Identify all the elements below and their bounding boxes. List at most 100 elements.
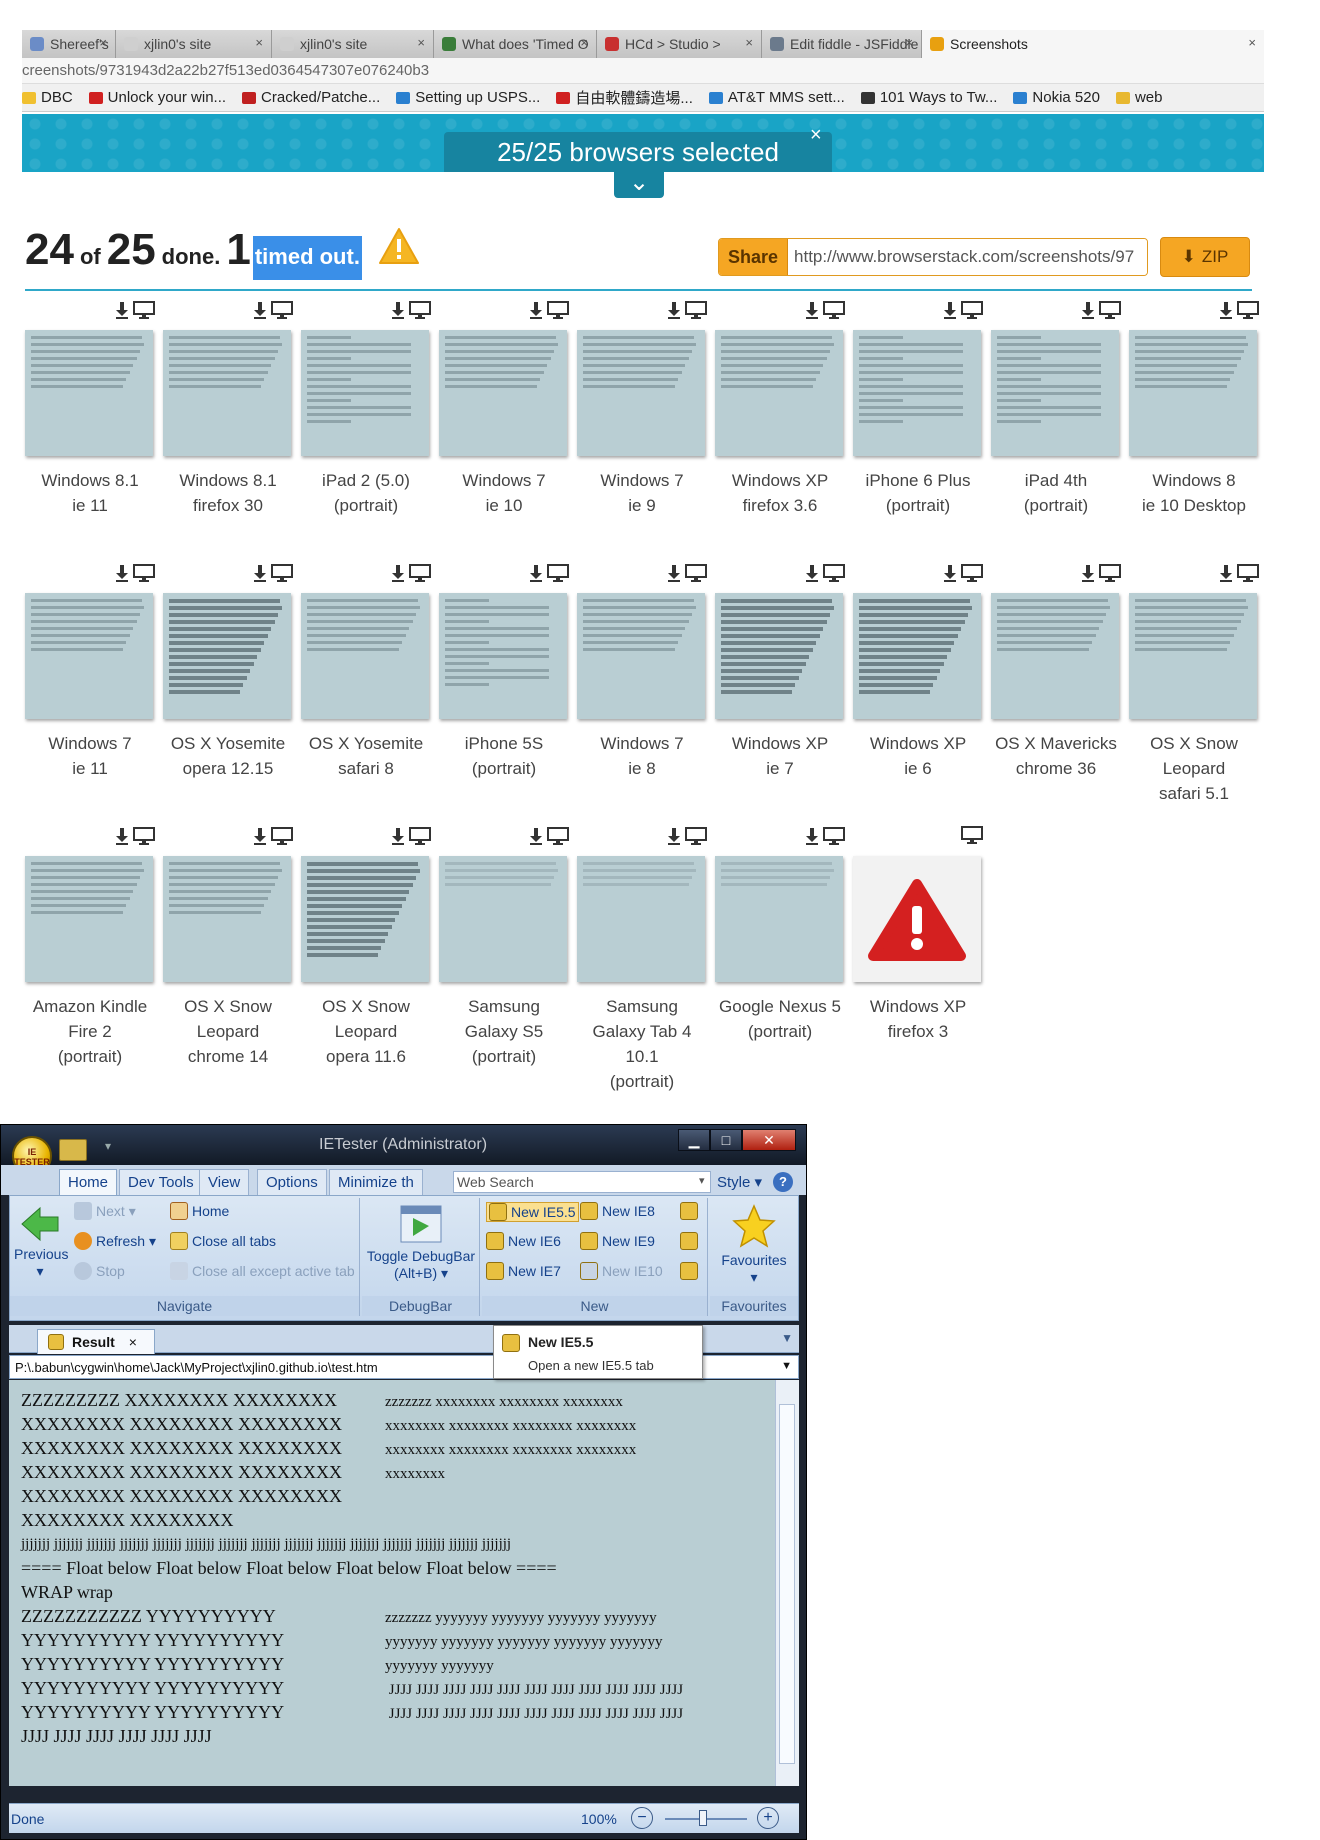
view-fullsize-monitor-icon[interactable]	[961, 564, 983, 582]
maximize-button[interactable]: □	[710, 1129, 742, 1151]
zoom-level[interactable]: 100%	[581, 1811, 617, 1827]
screenshot-thumbnail[interactable]	[25, 593, 153, 719]
screenshot-thumbnail[interactable]	[577, 856, 705, 982]
new-ie-tab-button[interactable]: New IE6	[486, 1232, 561, 1250]
quick-access-dropdown-icon[interactable]: ▾	[105, 1139, 111, 1153]
view-fullsize-monitor-icon[interactable]	[1099, 301, 1121, 319]
bookmark-item[interactable]: AT&T MMS sett...	[708, 89, 845, 106]
view-fullsize-monitor-icon[interactable]	[271, 827, 293, 845]
download-icon[interactable]	[1219, 300, 1233, 320]
screenshot-thumbnail[interactable]	[439, 593, 567, 719]
browser-tab[interactable]: What does 'Timed O ×	[434, 30, 597, 58]
screenshot-thumbnail[interactable]	[1129, 593, 1257, 719]
web-search-dropdown-icon[interactable]: ▾	[699, 1174, 705, 1187]
ie-version-more-icon[interactable]	[680, 1262, 698, 1280]
banner-expand-icon[interactable]: ⌄	[614, 171, 664, 198]
screenshot-thumbnail[interactable]	[577, 593, 705, 719]
screenshot-thumbnail[interactable]	[715, 593, 843, 719]
view-fullsize-monitor-icon[interactable]	[823, 827, 845, 845]
scrollbar-thumb[interactable]	[779, 1404, 795, 1764]
browser-tab[interactable]: xjlin0's site ×	[116, 30, 272, 58]
toggle-debugbar-button[interactable]: Toggle DebugBar (Alt+B) ▾	[366, 1204, 476, 1282]
tab-list-dropdown-icon[interactable]: ▼	[781, 1331, 793, 1345]
ribbon-tab[interactable]: Minimize th	[329, 1169, 423, 1195]
share-url-field[interactable]: http://www.browserstack.com/screenshots/…	[788, 239, 1147, 275]
screenshot-thumbnail[interactable]	[301, 330, 429, 456]
download-icon[interactable]	[943, 563, 957, 583]
screenshot-thumbnail[interactable]	[163, 856, 291, 982]
download-icon[interactable]	[391, 826, 405, 846]
view-fullsize-monitor-icon[interactable]	[409, 564, 431, 582]
stop-button[interactable]: Stop	[74, 1262, 125, 1280]
ribbon-tab[interactable]: Dev Tools	[119, 1169, 203, 1195]
view-fullsize-monitor-icon[interactable]	[1237, 564, 1259, 582]
download-icon[interactable]	[805, 563, 819, 583]
download-icon[interactable]	[1219, 563, 1233, 583]
view-fullsize-monitor-icon[interactable]	[133, 564, 155, 582]
view-fullsize-monitor-icon[interactable]	[271, 564, 293, 582]
view-fullsize-monitor-icon[interactable]	[685, 301, 707, 319]
download-icon[interactable]	[529, 300, 543, 320]
view-fullsize-monitor-icon[interactable]	[1099, 564, 1121, 582]
previous-button[interactable]: Previous ▾	[14, 1206, 68, 1280]
view-fullsize-monitor-icon[interactable]	[409, 301, 431, 319]
download-icon[interactable]	[667, 300, 681, 320]
view-fullsize-monitor-icon[interactable]	[547, 301, 569, 319]
view-fullsize-monitor-icon[interactable]	[133, 827, 155, 845]
screenshot-thumbnail[interactable]	[163, 593, 291, 719]
download-icon[interactable]	[529, 563, 543, 583]
vertical-scrollbar[interactable]	[775, 1380, 799, 1786]
browser-tab[interactable]: xjlin0's site ×	[272, 30, 434, 58]
zoom-in-button[interactable]: +	[757, 1807, 779, 1829]
screenshot-thumbnail[interactable]	[853, 856, 981, 982]
tab-close-icon[interactable]: ×	[1248, 35, 1256, 50]
download-icon[interactable]	[1081, 300, 1095, 320]
view-fullsize-monitor-icon[interactable]	[409, 827, 431, 845]
favourites-button[interactable]: Favourites ▾	[712, 1204, 796, 1286]
ribbon-tab[interactable]: Options	[257, 1169, 327, 1195]
new-ie-tab-button[interactable]: New IE10	[580, 1262, 663, 1280]
download-icon[interactable]	[667, 563, 681, 583]
download-icon[interactable]	[805, 826, 819, 846]
address-bar[interactable]: creenshots/9731943d2a22b27f513ed03645473…	[22, 58, 1264, 84]
browser-tab[interactable]: Edit fiddle - JSFiddle ×	[762, 30, 922, 58]
download-icon[interactable]	[391, 563, 405, 583]
close-all-tabs-button[interactable]: Close all tabs	[170, 1232, 276, 1250]
bookmark-item[interactable]: Cracked/Patche...	[242, 89, 380, 106]
home-button[interactable]: Home	[170, 1202, 229, 1220]
tab-close-icon[interactable]: ×	[745, 35, 753, 50]
browser-tab[interactable]: Screenshots ×	[922, 30, 1264, 58]
close-window-button[interactable]: ✕	[742, 1129, 796, 1151]
screenshot-thumbnail[interactable]	[1129, 330, 1257, 456]
bookmark-item[interactable]: DBC	[22, 89, 73, 106]
view-fullsize-monitor-icon[interactable]	[547, 827, 569, 845]
view-fullsize-monitor-icon[interactable]	[133, 301, 155, 319]
zip-download-button[interactable]: ⬇ ZIP	[1160, 237, 1250, 277]
tab-close-icon[interactable]: ×	[580, 35, 588, 50]
quick-access-folder-icon[interactable]	[59, 1139, 87, 1161]
help-icon[interactable]: ?	[773, 1172, 793, 1192]
refresh-button[interactable]: Refresh ▾	[74, 1232, 156, 1250]
minimize-button[interactable]: ▁	[678, 1129, 710, 1151]
ie-version-more-icon[interactable]	[680, 1232, 698, 1250]
bookmark-item[interactable]: 自由軟體鑄造場...	[556, 87, 693, 108]
screenshot-thumbnail[interactable]	[163, 330, 291, 456]
result-tab[interactable]: Result ×	[37, 1329, 155, 1354]
view-fullsize-monitor-icon[interactable]	[823, 301, 845, 319]
screenshot-thumbnail[interactable]	[439, 330, 567, 456]
view-fullsize-monitor-icon[interactable]	[685, 827, 707, 845]
new-ie-tab-button[interactable]: New IE8	[580, 1202, 655, 1220]
screenshot-thumbnail[interactable]	[991, 593, 1119, 719]
bookmark-item[interactable]: Nokia 520	[1013, 89, 1100, 106]
view-fullsize-monitor-icon[interactable]	[547, 564, 569, 582]
download-icon[interactable]	[253, 300, 267, 320]
view-fullsize-monitor-icon[interactable]	[1237, 301, 1259, 319]
download-icon[interactable]	[1081, 563, 1095, 583]
tab-close-icon[interactable]: ×	[417, 35, 425, 50]
download-icon[interactable]	[667, 826, 681, 846]
web-search-input[interactable]: Web Search	[453, 1171, 711, 1193]
ie-version-more-icon[interactable]	[680, 1202, 698, 1220]
banner-close-icon[interactable]: ×	[810, 124, 822, 147]
bookmark-item[interactable]: web	[1115, 89, 1162, 106]
download-icon[interactable]	[253, 563, 267, 583]
